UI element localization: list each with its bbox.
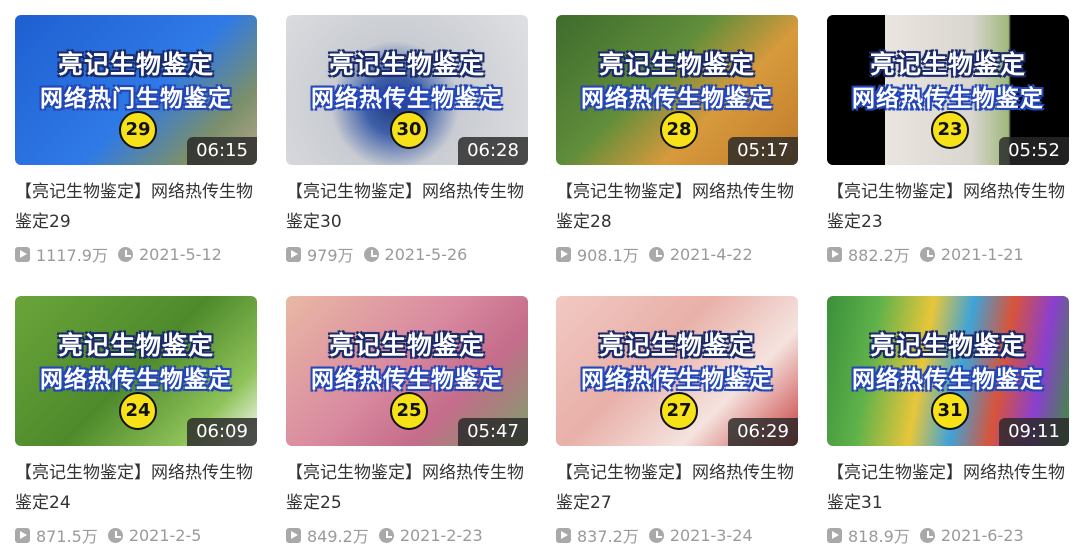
video-title[interactable]: 【亮记生物鉴定】网络热传生物鉴定29 <box>15 177 257 237</box>
duration-badge: 06:15 <box>187 137 257 165</box>
video-card[interactable]: 亮记生物鉴定 网络热传生物鉴定 25 05:47 【亮记生物鉴定】网络热传生物鉴… <box>286 296 528 548</box>
video-thumbnail[interactable]: 亮记生物鉴定 网络热门生物鉴定 29 06:15 <box>15 15 257 165</box>
video-meta: 849.2万 2021-2-23 <box>286 522 528 548</box>
upload-date: 2021-5-26 <box>384 244 468 264</box>
thumbnail-caption-line1: 亮记生物鉴定 <box>328 331 485 360</box>
thumbnail-caption-line2: 网络热传生物鉴定 <box>581 367 773 393</box>
view-count: 979万 <box>307 246 354 265</box>
view-count: 849.2万 <box>307 527 369 546</box>
view-count: 818.9万 <box>848 527 910 546</box>
duration-badge: 06:29 <box>728 418 798 446</box>
duration-badge: 06:28 <box>458 137 528 165</box>
episode-number-badge: 29 <box>119 111 157 149</box>
play-count-icon <box>827 527 842 543</box>
view-count: 1117.9万 <box>36 246 108 265</box>
clock-icon <box>118 246 133 262</box>
video-meta: 979万 2021-5-26 <box>286 241 528 267</box>
upload-date: 2021-1-21 <box>940 244 1024 264</box>
video-thumbnail[interactable]: 亮记生物鉴定 网络热传生物鉴定 24 06:09 <box>15 296 257 446</box>
clock-icon <box>107 527 123 543</box>
video-title[interactable]: 【亮记生物鉴定】网络热传生物鉴定28 <box>556 177 798 237</box>
thumbnail-caption-line2: 网络热传生物鉴定 <box>581 86 773 112</box>
video-meta: 882.2万 2021-1-21 <box>827 241 1069 267</box>
duration-badge: 05:17 <box>728 137 798 165</box>
video-thumbnail[interactable]: 亮记生物鉴定 网络热传生物鉴定 25 05:47 <box>286 296 528 446</box>
thumbnail-caption-line2: 网络热门生物鉴定 <box>40 86 232 112</box>
video-title[interactable]: 【亮记生物鉴定】网络热传生物鉴定25 <box>286 458 528 518</box>
play-count-icon <box>15 527 30 543</box>
thumbnail-caption-line2: 网络热传生物鉴定 <box>852 367 1044 393</box>
clock-icon <box>378 527 394 543</box>
episode-number-badge: 30 <box>390 111 428 149</box>
video-thumbnail[interactable]: 亮记生物鉴定 网络热传生物鉴定 28 05:17 <box>556 15 798 165</box>
video-thumbnail[interactable]: 亮记生物鉴定 网络热传生物鉴定 31 09:11 <box>827 296 1069 446</box>
episode-number-badge: 23 <box>931 111 969 149</box>
upload-date: 2021-5-12 <box>139 244 222 264</box>
thumbnail-caption-line1: 亮记生物鉴定 <box>598 50 755 79</box>
upload-date: 2021-2-23 <box>399 525 483 545</box>
video-title[interactable]: 【亮记生物鉴定】网络热传生物鉴定31 <box>827 458 1069 518</box>
upload-date: 2021-6-23 <box>940 525 1024 545</box>
video-meta: 908.1万 2021-4-22 <box>556 241 798 267</box>
video-title[interactable]: 【亮记生物鉴定】网络热传生物鉴定27 <box>556 458 798 518</box>
video-card[interactable]: 亮记生物鉴定 网络热传生物鉴定 31 09:11 【亮记生物鉴定】网络热传生物鉴… <box>827 296 1069 548</box>
play-count-icon <box>827 246 842 262</box>
clock-icon <box>919 527 935 543</box>
video-card[interactable]: 亮记生物鉴定 网络热门生物鉴定 29 06:15 【亮记生物鉴定】网络热传生物鉴… <box>15 15 257 267</box>
thumbnail-caption-line2: 网络热传生物鉴定 <box>40 367 232 393</box>
play-count-icon <box>556 246 571 262</box>
video-title[interactable]: 【亮记生物鉴定】网络热传生物鉴定30 <box>286 177 528 237</box>
video-thumbnail[interactable]: 亮记生物鉴定 网络热传生物鉴定 27 06:29 <box>556 296 798 446</box>
upload-date: 2021-3-24 <box>669 525 753 545</box>
thumbnail-caption-line1: 亮记生物鉴定 <box>869 331 1026 360</box>
upload-date: 2021-4-22 <box>669 244 753 264</box>
play-count-icon <box>15 246 30 262</box>
video-card[interactable]: 亮记生物鉴定 网络热传生物鉴定 24 06:09 【亮记生物鉴定】网络热传生物鉴… <box>15 296 257 548</box>
clock-icon <box>648 527 664 543</box>
thumbnail-caption-line1: 亮记生物鉴定 <box>57 331 214 360</box>
video-meta: 837.2万 2021-3-24 <box>556 522 798 548</box>
thumbnail-caption-line1: 亮记生物鉴定 <box>869 50 1026 79</box>
view-count: 882.2万 <box>848 246 910 265</box>
clock-icon <box>363 246 379 262</box>
episode-number-badge: 25 <box>390 392 428 430</box>
video-meta: 871.5万 2021-2-5 <box>15 522 257 548</box>
episode-number-badge: 31 <box>931 392 969 430</box>
thumbnail-caption-line2: 网络热传生物鉴定 <box>311 367 503 393</box>
duration-badge: 06:09 <box>187 418 257 446</box>
play-count-icon <box>286 246 301 262</box>
episode-number-badge: 24 <box>119 392 157 430</box>
duration-badge: 05:47 <box>458 418 528 446</box>
video-meta: 818.9万 2021-6-23 <box>827 522 1069 548</box>
view-count: 837.2万 <box>577 527 639 546</box>
duration-badge: 05:52 <box>999 137 1069 165</box>
clock-icon <box>648 246 664 262</box>
video-title[interactable]: 【亮记生物鉴定】网络热传生物鉴定23 <box>827 177 1069 237</box>
view-count: 871.5万 <box>36 527 98 546</box>
video-thumbnail[interactable]: 亮记生物鉴定 网络热传生物鉴定 30 06:28 <box>286 15 528 165</box>
video-card[interactable]: 亮记生物鉴定 网络热传生物鉴定 28 05:17 【亮记生物鉴定】网络热传生物鉴… <box>556 15 798 267</box>
thumbnail-caption-line1: 亮记生物鉴定 <box>328 50 485 79</box>
video-title[interactable]: 【亮记生物鉴定】网络热传生物鉴定24 <box>15 458 257 518</box>
video-thumbnail[interactable]: 亮记生物鉴定 网络热传生物鉴定 23 05:52 <box>827 15 1069 165</box>
video-card[interactable]: 亮记生物鉴定 网络热传生物鉴定 30 06:28 【亮记生物鉴定】网络热传生物鉴… <box>286 15 528 267</box>
duration-badge: 09:11 <box>999 418 1069 446</box>
thumbnail-caption-line1: 亮记生物鉴定 <box>57 50 214 79</box>
video-card[interactable]: 亮记生物鉴定 网络热传生物鉴定 23 05:52 【亮记生物鉴定】网络热传生物鉴… <box>827 15 1069 267</box>
episode-number-badge: 28 <box>660 111 698 149</box>
episode-number-badge: 27 <box>660 392 698 430</box>
play-count-icon <box>556 527 571 543</box>
thumbnail-caption-line1: 亮记生物鉴定 <box>598 331 755 360</box>
clock-icon <box>919 246 935 262</box>
thumbnail-caption-line2: 网络热传生物鉴定 <box>852 86 1044 112</box>
video-card[interactable]: 亮记生物鉴定 网络热传生物鉴定 27 06:29 【亮记生物鉴定】网络热传生物鉴… <box>556 296 798 548</box>
play-count-icon <box>286 527 301 543</box>
thumbnail-caption-line2: 网络热传生物鉴定 <box>311 86 503 112</box>
upload-date: 2021-2-5 <box>128 525 202 545</box>
view-count: 908.1万 <box>577 246 639 265</box>
video-meta: 1117.9万 2021-5-12 <box>15 241 257 267</box>
